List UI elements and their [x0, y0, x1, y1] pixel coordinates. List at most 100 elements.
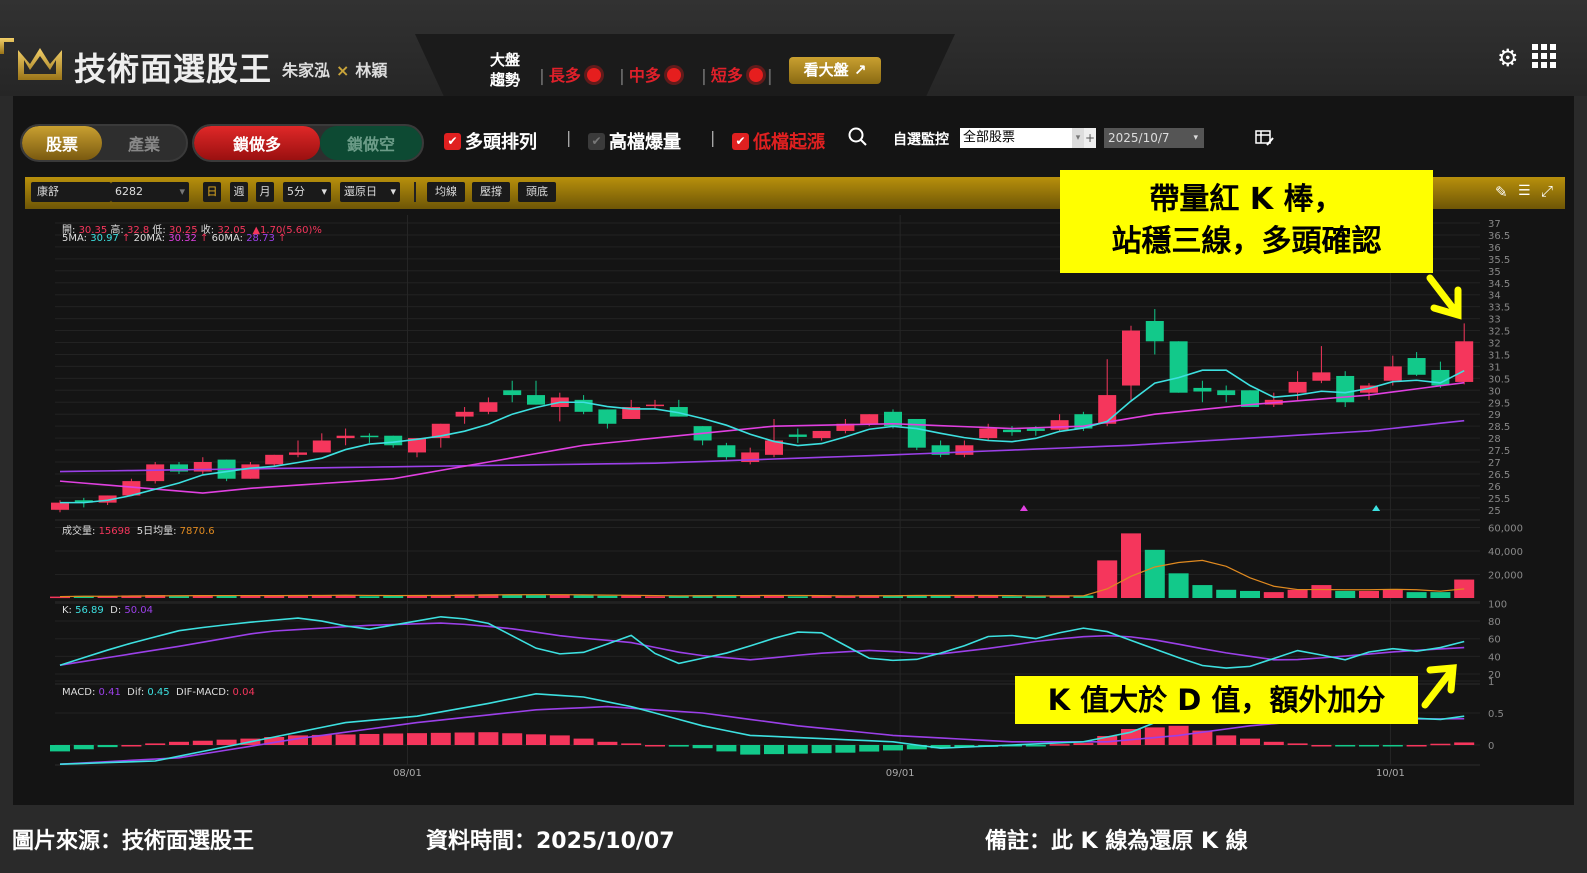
macd-histogram-bar — [50, 745, 70, 752]
macd-histogram-bar — [335, 734, 356, 745]
volume-info: 成交量: 15698 5日均量: 7870.6 — [62, 526, 215, 537]
note: 備註：此 K 線為還原 K 線 — [985, 829, 1248, 854]
macd-histogram-bar — [835, 745, 856, 753]
candle-body — [646, 404, 664, 407]
volume-bar — [645, 596, 665, 598]
volume-bar — [1002, 596, 1022, 598]
candle-body — [527, 395, 545, 405]
volume-bar — [1430, 592, 1451, 598]
candle-body — [289, 452, 307, 455]
annotation-kd-bonus: K 值大於 D 值，額外加分 — [1015, 676, 1418, 724]
volume-bar — [573, 595, 594, 598]
candle-body — [1336, 375, 1355, 403]
macd-tick-label: 1 — [1488, 677, 1494, 688]
price-tick-label: 28.5 — [1488, 422, 1510, 433]
d-line — [59, 622, 1465, 667]
macd-histogram-bar — [1073, 743, 1094, 745]
price-tick-label: 25 — [1488, 506, 1501, 517]
macd-histogram-bar — [621, 743, 642, 745]
macd-histogram-bar — [454, 732, 475, 745]
macd-histogram-bar — [1049, 744, 1070, 746]
candle-body — [979, 428, 998, 439]
macd-histogram-bar — [692, 745, 713, 749]
macd-histogram-bar — [883, 745, 903, 751]
price-tick-label: 35.5 — [1488, 255, 1510, 266]
price-tick-label: 28 — [1488, 434, 1501, 445]
volume-bar — [1121, 533, 1141, 598]
macd-histogram-bar — [478, 732, 499, 745]
price-tick-label: 30 — [1488, 386, 1501, 397]
ma-info: 5MA: 30.97 ↑ 20MA: 30.32 ↑ 60MA: 28.73 ↑ — [62, 233, 287, 244]
price-tick-label: 35 — [1488, 267, 1501, 278]
volume-bar — [526, 595, 546, 598]
macd-histogram-bar — [526, 734, 546, 745]
price-tick-label: 36.5 — [1488, 231, 1510, 242]
macd-histogram-bar — [97, 745, 118, 748]
date-tick-label: 09/01 — [886, 768, 915, 779]
volume-bar — [1192, 585, 1213, 598]
candle-body — [455, 411, 474, 417]
price-tick-label: 34 — [1488, 291, 1501, 302]
volume-bar — [930, 595, 951, 598]
macd-histogram-bar — [645, 745, 665, 747]
candle-body — [1050, 420, 1069, 430]
volume-bar — [1025, 596, 1046, 598]
candle-body — [788, 434, 807, 437]
price-tick-label: 26.5 — [1488, 470, 1510, 481]
price-tick-label: 29.5 — [1488, 398, 1510, 409]
macd-histogram-bar — [740, 745, 761, 755]
macd-histogram-bar — [549, 735, 570, 745]
kd-info: K: 56.89 D: 50.04 — [62, 605, 154, 616]
candle-body — [1169, 341, 1188, 393]
volume-bar — [1287, 589, 1308, 598]
macd-histogram-bar — [1287, 743, 1308, 745]
macd-histogram-bar — [811, 745, 832, 754]
price-tick-label: 26 — [1488, 482, 1501, 493]
candle-body — [360, 435, 379, 438]
price-tick-label: 32.5 — [1488, 327, 1510, 338]
macd-histogram-bar — [1430, 743, 1451, 746]
candle-body — [860, 414, 879, 424]
volume-bar — [1240, 590, 1260, 598]
macd-tick-label: 0 — [1488, 741, 1494, 752]
macd-histogram-bar — [73, 745, 94, 750]
volume-bar — [1382, 589, 1403, 598]
candle-body — [1003, 429, 1021, 433]
price-tick-label: 29 — [1488, 410, 1501, 421]
candle-body — [955, 445, 974, 455]
macd-histogram-bar — [1406, 745, 1427, 747]
macd-histogram-bar — [1311, 745, 1332, 747]
volume-bar — [1359, 590, 1379, 598]
macd-histogram-bar — [192, 740, 213, 745]
volume-bar — [1311, 585, 1332, 598]
macd-histogram-bar — [716, 745, 737, 752]
macd-histogram-bar — [383, 733, 404, 745]
price-tick-label: 27.5 — [1488, 446, 1510, 457]
candle-body — [51, 502, 69, 510]
macd-histogram-bar — [764, 745, 784, 755]
signal-marker — [1019, 505, 1028, 511]
candle-body — [503, 390, 522, 396]
volume-bar — [1097, 560, 1118, 598]
candle-body — [1145, 320, 1164, 342]
macd-histogram-bar — [1263, 741, 1284, 745]
volume-bar — [1406, 592, 1427, 598]
macd-histogram-bar — [1240, 738, 1260, 745]
candle-body — [1193, 387, 1212, 392]
candle-body — [146, 464, 165, 482]
candle-body — [1407, 358, 1426, 375]
macd-histogram-bar — [169, 741, 189, 745]
price-tick-label: 31.5 — [1488, 350, 1510, 361]
price-tick-label: 33.5 — [1488, 303, 1510, 314]
volume-tick-label: 40,000 — [1488, 547, 1523, 558]
kd-tick-label: 100 — [1488, 599, 1507, 610]
macd-tick-label: 0.5 — [1488, 709, 1504, 720]
data-time: 資料時間：2025/10/07 — [426, 829, 675, 854]
macd-histogram-bar — [1216, 735, 1237, 745]
price-tick-label: 32 — [1488, 339, 1501, 350]
candle-body — [907, 418, 926, 448]
date-tick-label: 10/01 — [1376, 768, 1405, 779]
macd-histogram-bar — [121, 745, 142, 747]
price-tick-label: 27 — [1488, 458, 1501, 469]
volume-bar — [1168, 573, 1189, 598]
